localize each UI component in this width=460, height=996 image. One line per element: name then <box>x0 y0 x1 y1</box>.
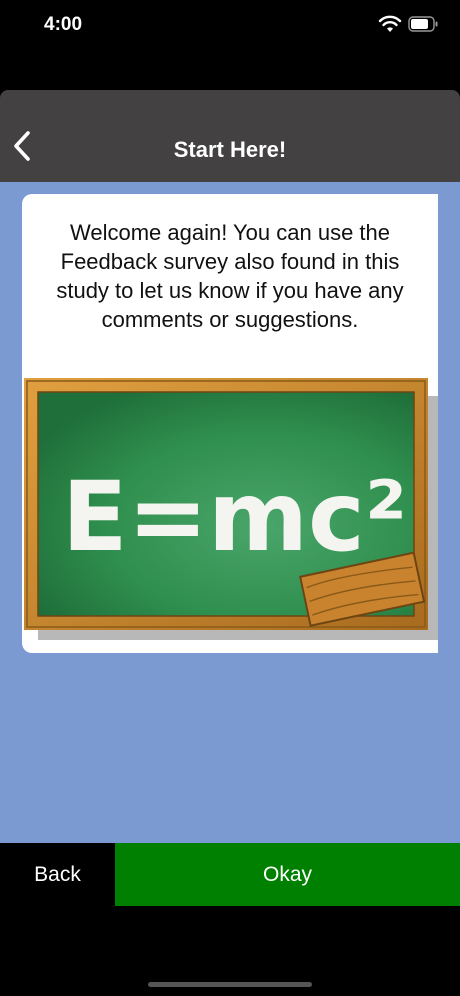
okay-button-label: Okay <box>262 862 312 886</box>
content-area: Welcome again! You can use the Feedback … <box>0 182 460 843</box>
welcome-card: Welcome again! You can use the Feedback … <box>22 194 438 653</box>
welcome-message: Welcome again! You can use the Feedback … <box>56 220 404 332</box>
okay-button[interactable]: Okay <box>115 843 460 906</box>
chalkboard-image: E=mc² <box>24 378 438 640</box>
status-bar: 4:00 <box>0 0 460 50</box>
home-indicator <box>148 982 312 987</box>
formula-text: E=mc² <box>62 461 407 573</box>
back-button[interactable]: Back <box>0 843 115 906</box>
wifi-icon <box>378 15 402 32</box>
page-title: Start Here! <box>173 137 287 162</box>
battery-icon <box>408 16 438 32</box>
status-time: 4:00 <box>44 14 83 35</box>
nav-bar: Start Here! <box>0 90 460 182</box>
bottom-bar: Back Okay <box>0 843 460 906</box>
back-button-label: Back <box>34 862 81 886</box>
